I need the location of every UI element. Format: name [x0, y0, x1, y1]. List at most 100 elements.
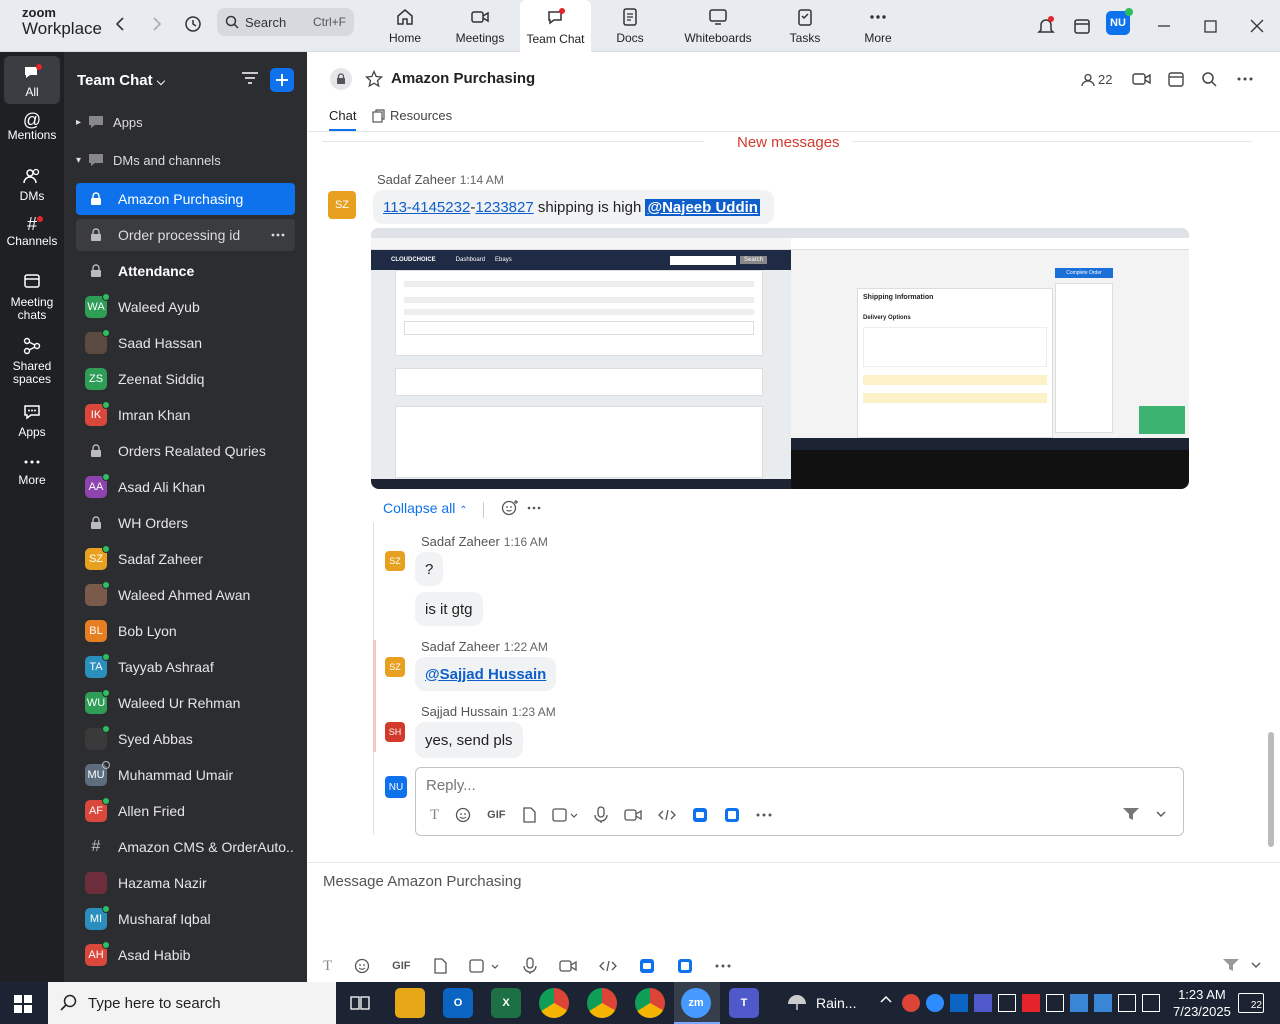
send-icon[interactable]	[1122, 806, 1140, 822]
mention-link[interactable]: @Sajjad Hussain	[425, 666, 546, 683]
sidebar-item[interactable]: # Amazon CMS & OrderAuto...	[76, 831, 295, 863]
tray-display-icon[interactable]	[998, 994, 1016, 1012]
screenshot-icon[interactable]	[468, 958, 501, 974]
tray-usb-icon[interactable]	[1046, 994, 1064, 1012]
maximize-icon[interactable]	[1198, 14, 1222, 38]
sidebar-item[interactable]: ZS Zeenat Siddiq	[76, 363, 295, 395]
rail-dms[interactable]: DMs	[2, 166, 62, 203]
sidebar-item[interactable]: Syed Abbas	[76, 723, 295, 755]
item-more-icon[interactable]	[271, 233, 285, 237]
tray-vpn-icon[interactable]	[1070, 994, 1088, 1012]
search-icon[interactable]	[1201, 71, 1217, 87]
sidebar-item[interactable]: Orders Realated Quries	[76, 435, 295, 467]
send-icon[interactable]	[1222, 957, 1240, 973]
send-options-chevron-icon[interactable]	[1251, 961, 1261, 969]
app-blue-icon-2[interactable]	[724, 807, 740, 823]
tab-chat[interactable]: Chat	[329, 108, 357, 131]
tray-teams-icon[interactable]	[974, 994, 992, 1012]
emoji-react-icon[interactable]	[501, 499, 519, 517]
reply-input[interactable]: Reply...	[426, 777, 476, 794]
sidebar-item[interactable]: MI Musharaf Iqbal	[76, 903, 295, 935]
sidebar-item[interactable]: AA Asad Ali Khan	[76, 471, 295, 503]
tray-outlook-icon[interactable]	[950, 994, 968, 1012]
sidebar-item[interactable]: MU Muhammad Umair	[76, 759, 295, 791]
chrome-icon-3[interactable]	[635, 988, 665, 1018]
sidebar-item[interactable]: TA Tayyab Ashraaf	[76, 651, 295, 683]
format-text-icon[interactable]: T	[323, 958, 332, 975]
tab-docs[interactable]: Docs	[605, 0, 655, 52]
message-more-icon[interactable]	[527, 506, 541, 510]
tab-whiteboards[interactable]: Whiteboards	[680, 0, 756, 52]
user-avatar[interactable]: NU	[1106, 8, 1133, 35]
gif-icon[interactable]: GIF	[392, 960, 410, 972]
tray-chrome-icon[interactable]	[902, 994, 920, 1012]
app-blue-icon[interactable]	[692, 807, 708, 823]
tray-calc-icon[interactable]	[1094, 994, 1112, 1012]
tab-meetings[interactable]: Meetings	[450, 0, 510, 52]
video-call-icon[interactable]	[1132, 71, 1152, 87]
calendar-icon[interactable]	[1070, 14, 1094, 38]
sidebar-item[interactable]: Hazama Nazir	[76, 867, 295, 899]
outlook-icon[interactable]: O	[443, 988, 473, 1018]
avatar[interactable]: SZ	[328, 191, 356, 219]
reply-box[interactable]: Reply... T GIF	[415, 767, 1184, 836]
members-button[interactable]: 22	[1081, 72, 1112, 87]
weather-widget[interactable]: Rain...	[786, 994, 856, 1012]
sidebar-item[interactable]: AH Asad Habib	[76, 939, 295, 971]
more-tools-icon[interactable]	[715, 964, 731, 968]
rail-more[interactable]: More	[2, 454, 62, 487]
minimize-icon[interactable]	[1152, 14, 1176, 38]
rail-shared-spaces[interactable]: Shared spaces	[2, 336, 62, 386]
more-tools-icon[interactable]	[756, 813, 772, 817]
taskbar-clock[interactable]: 1:23 AM 7/23/2025	[1173, 986, 1231, 1020]
rail-mentions[interactable]: @ Mentions	[2, 111, 62, 142]
tray-zoom-icon[interactable]	[926, 994, 944, 1012]
sidebar-item[interactable]: Attendance	[76, 255, 295, 287]
rail-channels[interactable]: # Channels	[2, 215, 62, 248]
avatar[interactable]: SH	[385, 722, 405, 742]
search-input[interactable]: Search Ctrl+F	[217, 8, 354, 36]
tab-team-chat[interactable]: Team Chat	[520, 0, 591, 53]
teams-icon[interactable]: T	[729, 988, 759, 1018]
notifications-bell-icon[interactable]	[1034, 14, 1058, 38]
sidebar-item[interactable]: Saad Hassan	[76, 327, 295, 359]
back-arrow-icon[interactable]	[110, 14, 130, 34]
more-options-icon[interactable]	[1237, 77, 1253, 81]
chat-scrollbar[interactable]	[1268, 732, 1274, 847]
filter-icon[interactable]	[241, 70, 259, 86]
new-chat-button[interactable]	[270, 68, 294, 92]
microphone-icon[interactable]	[593, 806, 608, 824]
file-icon[interactable]	[522, 807, 536, 823]
collapse-all-button[interactable]: Collapse all ⌃	[383, 500, 468, 516]
sidebar-item[interactable]: SZ Sadaf Zaheer	[76, 543, 295, 575]
rail-all[interactable]: All	[4, 56, 60, 104]
video-message-icon[interactable]	[558, 959, 577, 973]
attached-screenshot[interactable]: CLOUDCHOICE Dashboard Ebays Search Shipp…	[371, 228, 1189, 489]
video-message-icon[interactable]	[623, 808, 642, 822]
sidebar-item[interactable]: IK Imran Khan	[76, 399, 295, 431]
gif-icon[interactable]: GIF	[487, 809, 505, 821]
taskbar-search[interactable]: Type here to search	[48, 982, 336, 1024]
code-icon[interactable]	[598, 959, 617, 973]
emoji-icon[interactable]	[455, 807, 471, 823]
sidebar-item[interactable]: AF Allen Fried	[76, 795, 295, 827]
avatar[interactable]: SZ	[385, 551, 405, 571]
sidebar-item[interactable]: WA Waleed Ayub	[76, 291, 295, 323]
section-apps[interactable]: ▸ Apps	[76, 114, 143, 130]
tray-network-icon[interactable]	[1118, 994, 1136, 1012]
file-icon[interactable]	[433, 958, 447, 974]
chrome-icon-2[interactable]	[587, 988, 617, 1018]
sidebar-item[interactable]: Order processing id	[76, 219, 295, 251]
windows-start-icon[interactable]	[14, 995, 32, 1013]
rail-meeting-chats[interactable]: Meeting chats	[2, 272, 62, 322]
tab-tasks[interactable]: Tasks	[785, 0, 825, 52]
send-options-chevron-icon[interactable]	[1156, 810, 1166, 818]
code-icon[interactable]	[657, 808, 676, 822]
message-input[interactable]: Message Amazon Purchasing	[323, 873, 521, 890]
notification-center-icon[interactable]: 22	[1238, 993, 1264, 1013]
excel-icon[interactable]: X	[491, 988, 521, 1018]
sidebar-title[interactable]: Team Chat ⌵	[77, 72, 165, 89]
history-icon[interactable]	[183, 14, 203, 34]
sidebar-item[interactable]: Amazon Purchasing	[76, 183, 295, 215]
tab-resources[interactable]: Resources	[372, 108, 452, 123]
